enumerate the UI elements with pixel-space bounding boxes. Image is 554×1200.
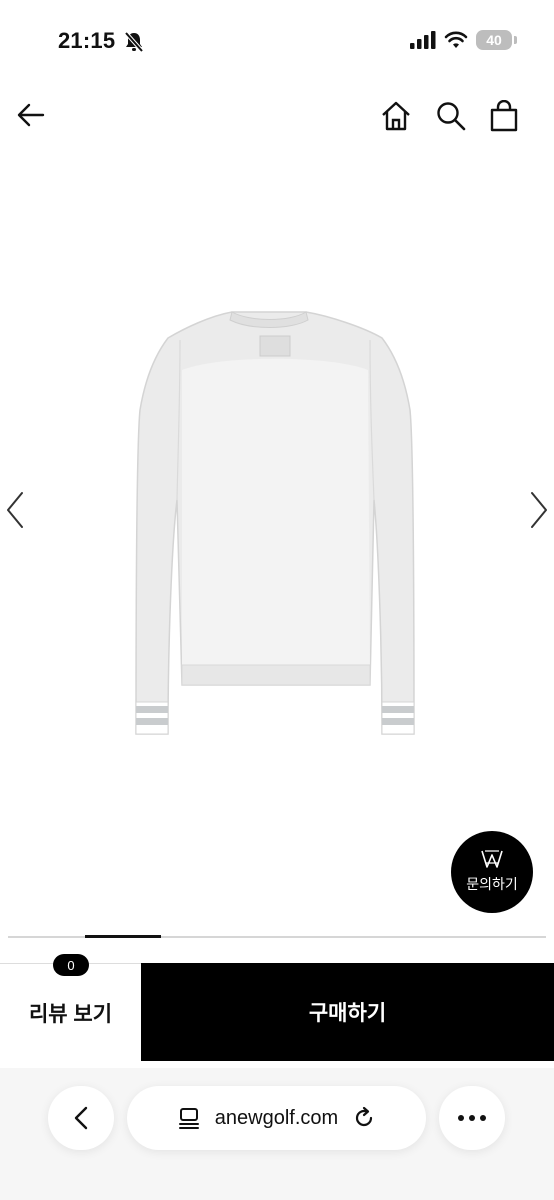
image-progress-indicator (85, 935, 161, 938)
cellular-signal-icon (410, 31, 436, 49)
wifi-icon (444, 31, 468, 48)
status-bar: 21:15 40 (0, 0, 554, 84)
product-image-gallery[interactable] (0, 160, 554, 920)
review-count: 0 (67, 957, 75, 973)
url-text: anewgolf.com (214, 1106, 339, 1129)
inquiry-button[interactable]: 문의하기 (451, 831, 533, 913)
browser-back-button[interactable] (48, 1086, 114, 1150)
chevron-left-icon (74, 1106, 88, 1130)
status-time: 21:15 (58, 28, 116, 53)
reader-mode-icon[interactable] (177, 1106, 201, 1130)
status-icons: 40 (410, 30, 517, 50)
more-options-icon (458, 1115, 486, 1121)
previous-image-icon[interactable] (4, 490, 26, 530)
product-image (135, 311, 415, 735)
bell-muted-icon (124, 31, 144, 53)
browser-more-button[interactable] (439, 1086, 505, 1150)
search-icon[interactable] (435, 100, 467, 132)
address-bar[interactable]: anewgolf.com (127, 1086, 426, 1150)
inquiry-label: 문의하기 (466, 876, 518, 892)
review-count-badge: 0 (53, 954, 89, 976)
purchase-action-bar: 리뷰 보기 0 구매하기 (0, 954, 554, 1061)
battery-level: 40 (486, 32, 502, 48)
battery-indicator: 40 (476, 30, 517, 50)
browser-toolbar: anewgolf.com (0, 1068, 554, 1200)
home-icon[interactable] (380, 100, 412, 132)
next-image-icon[interactable] (528, 490, 550, 530)
back-arrow-icon[interactable] (16, 100, 46, 130)
review-button-label: 리뷰 보기 (28, 1002, 113, 1026)
reload-icon[interactable] (352, 1106, 376, 1130)
top-nav (0, 90, 554, 140)
review-button[interactable]: 리뷰 보기 (0, 963, 141, 1061)
buy-button-label: 구매하기 (308, 1002, 387, 1025)
buy-button[interactable]: 구매하기 (141, 963, 554, 1061)
shopping-bag-icon[interactable] (488, 100, 520, 132)
brand-logo-icon (481, 850, 503, 868)
